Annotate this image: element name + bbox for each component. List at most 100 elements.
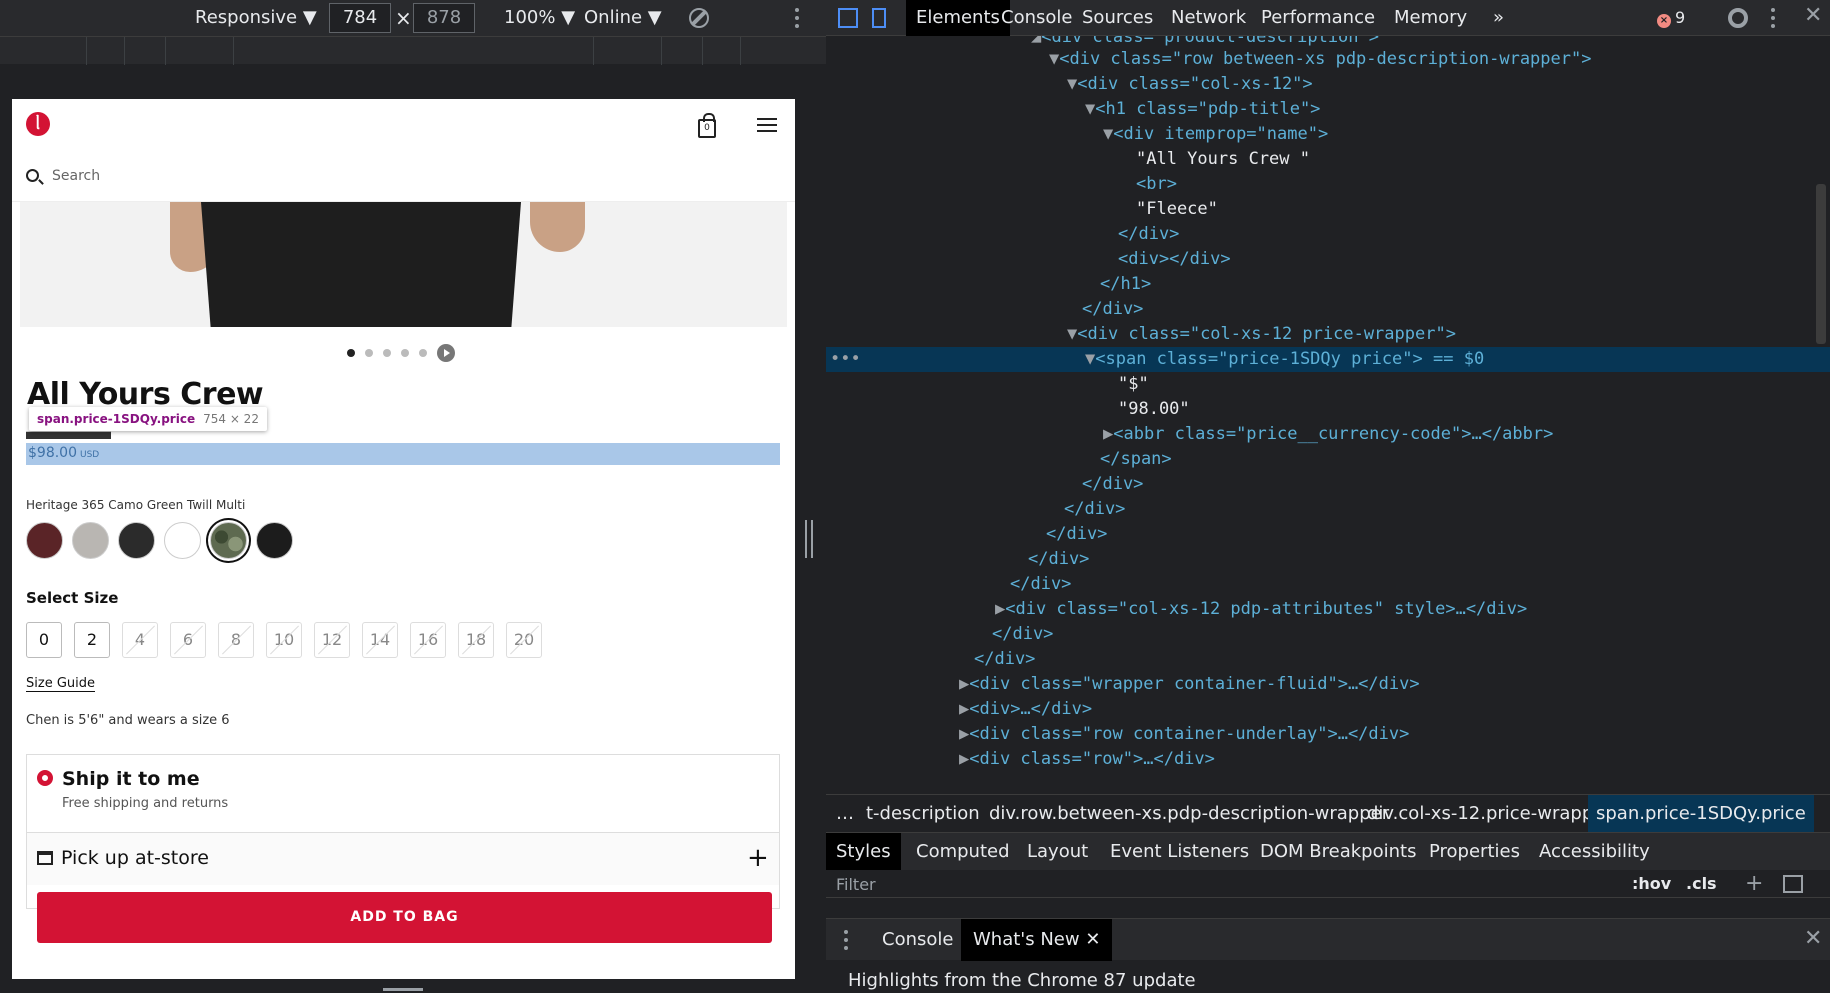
dom-node[interactable]: </div>: [826, 647, 1830, 672]
dom-node[interactable]: ▶<abbr class="price__currency-code">…</a…: [826, 422, 1830, 447]
pickup-option[interactable]: Pick up at-store +: [27, 832, 779, 885]
add-to-bag-button[interactable]: ADD TO BAG: [37, 892, 772, 943]
size-button-unavailable[interactable]: 16: [410, 622, 446, 658]
tab-styles[interactable]: Styles: [826, 833, 901, 871]
search-bar[interactable]: Search: [12, 154, 795, 202]
expand-plus-icon[interactable]: +: [747, 843, 769, 873]
dom-node[interactable]: </div>: [826, 522, 1830, 547]
close-tab-icon[interactable]: ✕: [1085, 929, 1100, 950]
dom-node[interactable]: ▶<div class="row container-underlay">…</…: [826, 722, 1830, 747]
dom-node[interactable]: </div>: [826, 297, 1830, 322]
dom-node[interactable]: </div>: [826, 547, 1830, 572]
zoom-dropdown[interactable]: 100% ▼: [504, 7, 575, 28]
tab-properties[interactable]: Properties: [1429, 833, 1520, 871]
tab-event-listeners[interactable]: Event Listeners: [1110, 833, 1249, 871]
swatch-heather-grey[interactable]: [72, 522, 109, 559]
height-input[interactable]: 878: [413, 3, 475, 33]
dom-node[interactable]: ▶<div class="col-xs-12 pdp-attributes" s…: [826, 597, 1830, 622]
size-guide-link[interactable]: Size Guide: [26, 676, 95, 692]
dom-node[interactable]: </div>: [826, 572, 1830, 597]
dom-node[interactable]: <br>: [826, 172, 1830, 197]
dom-node[interactable]: ▶<div class="wrapper container-fluid">…<…: [826, 672, 1830, 697]
cls-toggle[interactable]: .cls: [1686, 874, 1717, 893]
device-toggle-icon[interactable]: [872, 8, 886, 28]
size-button-unavailable[interactable]: 20: [506, 622, 542, 658]
width-input[interactable]: 784: [329, 3, 391, 33]
size-button[interactable]: 2: [74, 622, 110, 658]
dom-node[interactable]: </span>: [826, 447, 1830, 472]
swatch-white[interactable]: [164, 522, 201, 559]
size-button-unavailable[interactable]: 8: [218, 622, 254, 658]
dom-node[interactable]: ▶<div>…</div>: [826, 697, 1830, 722]
dom-node[interactable]: <div></div>: [826, 247, 1830, 272]
size-button[interactable]: 0: [26, 622, 62, 658]
dom-node[interactable]: </div>: [826, 497, 1830, 522]
device-mode-dropdown[interactable]: Responsive ▼: [195, 7, 317, 28]
breadcrumb-overflow[interactable]: …: [836, 803, 854, 824]
carousel-dot[interactable]: [419, 348, 427, 357]
tab-layout[interactable]: Layout: [1027, 833, 1088, 871]
carousel-dot[interactable]: [365, 348, 373, 357]
tab-console[interactable]: Console: [991, 0, 1082, 36]
drawer-tab-console[interactable]: Console: [882, 919, 953, 961]
radio-selected-icon[interactable]: [37, 770, 53, 786]
drawer-menu-icon[interactable]: [844, 930, 848, 950]
filter-input[interactable]: Filter: [836, 875, 876, 894]
dom-node[interactable]: </div>: [826, 472, 1830, 497]
product-image[interactable]: [20, 202, 787, 327]
swatch-black[interactable]: [256, 522, 293, 559]
breadcrumb-item[interactable]: t-description: [866, 803, 980, 824]
dom-scrollbar[interactable]: [1816, 184, 1826, 344]
throttle-dropdown[interactable]: Online ▼: [584, 7, 662, 28]
dom-node-selected[interactable]: ••• ▼<span class="price-1SDQy price"> == …: [826, 347, 1830, 372]
more-options-icon[interactable]: [795, 8, 799, 28]
ship-option[interactable]: Ship it to me Free shipping and returns: [37, 767, 769, 832]
rotate-icon[interactable]: [689, 8, 709, 28]
close-drawer-icon[interactable]: ✕: [1804, 926, 1822, 951]
bottom-resize-handle[interactable]: [383, 988, 423, 991]
swatch-charcoal[interactable]: [118, 522, 155, 559]
resize-handle[interactable]: [805, 520, 813, 558]
drawer-tab-whats-new[interactable]: What's New ✕: [961, 919, 1113, 961]
node-actions-icon[interactable]: •••: [830, 347, 861, 372]
menu-icon[interactable]: [757, 118, 777, 132]
dom-node[interactable]: </h1>: [826, 272, 1830, 297]
tab-computed[interactable]: Computed: [916, 833, 1010, 871]
tab-network[interactable]: Network: [1161, 0, 1256, 36]
swatch-burgundy[interactable]: [26, 522, 63, 559]
sidebar-toggle-icon[interactable]: [1783, 875, 1803, 893]
search-input[interactable]: Search: [52, 168, 100, 184]
dom-node[interactable]: ▶<div class="row">…</div>: [826, 747, 1830, 772]
dom-node[interactable]: ▼<div class="col-xs-12 price-wrapper">: [826, 322, 1830, 347]
error-counter[interactable]: × 9: [1657, 8, 1685, 28]
hov-toggle[interactable]: :hov: [1632, 874, 1671, 893]
tab-sources[interactable]: Sources: [1072, 0, 1163, 36]
shopping-bag-icon[interactable]: 0: [698, 113, 716, 138]
size-button-unavailable[interactable]: 14: [362, 622, 398, 658]
carousel-dot[interactable]: [401, 348, 409, 357]
carousel-dot[interactable]: [347, 348, 355, 357]
devtools-menu-icon[interactable]: [1771, 8, 1775, 28]
media-query-ruler[interactable]: [0, 36, 826, 65]
dom-node[interactable]: ▼<div class="row between-xs pdp-descript…: [826, 47, 1830, 72]
swatch-camo-selected[interactable]: [210, 522, 247, 559]
dom-node[interactable]: </div>: [826, 622, 1830, 647]
tab-memory[interactable]: Memory: [1384, 0, 1477, 36]
add-rule-icon[interactable]: +: [1745, 871, 1763, 896]
size-button-unavailable[interactable]: 10: [266, 622, 302, 658]
dom-node[interactable]: "$": [826, 372, 1830, 397]
breadcrumb-item-active[interactable]: span.price-1SDQy.price: [1588, 795, 1814, 832]
size-button-unavailable[interactable]: 18: [458, 622, 494, 658]
breadcrumb-item[interactable]: div.row.between-xs.pdp-description-wrapp…: [989, 803, 1389, 824]
tab-performance[interactable]: Performance: [1251, 0, 1385, 36]
settings-gear-icon[interactable]: [1728, 8, 1748, 28]
dom-node[interactable]: "Fleece": [826, 197, 1830, 222]
close-icon[interactable]: ✕: [1804, 3, 1822, 28]
video-play-icon[interactable]: [437, 343, 455, 362]
tab-accessibility[interactable]: Accessibility: [1539, 833, 1650, 871]
size-button-unavailable[interactable]: 12: [314, 622, 350, 658]
tab-dom-breakpoints[interactable]: DOM Breakpoints: [1260, 833, 1416, 871]
dom-node[interactable]: </div>: [826, 222, 1830, 247]
carousel-dot[interactable]: [383, 348, 391, 357]
dom-node[interactable]: "All Yours Crew ": [826, 147, 1830, 172]
